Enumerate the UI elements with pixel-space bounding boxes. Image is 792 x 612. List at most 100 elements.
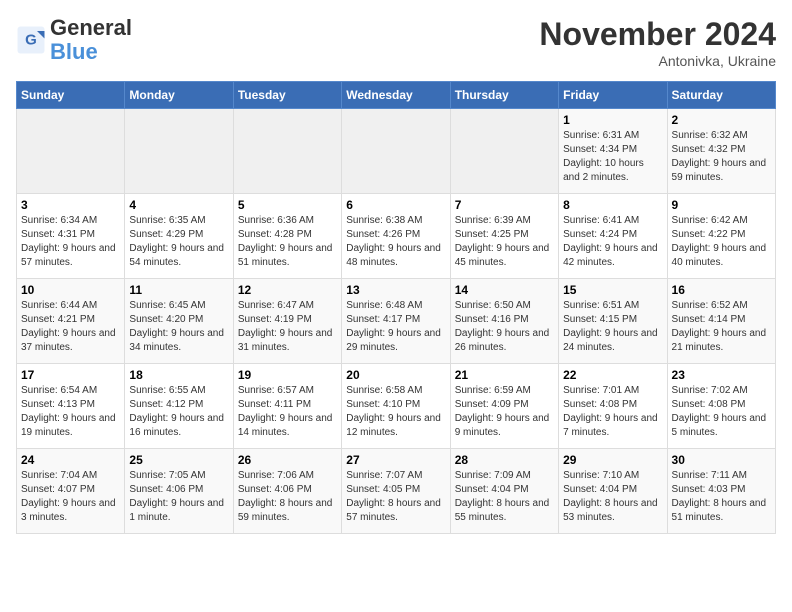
day-info: Sunrise: 6:48 AM Sunset: 4:17 PM Dayligh…	[346, 299, 445, 355]
day-info: Sunrise: 6:52 AM Sunset: 4:14 PM Dayligh…	[672, 299, 771, 355]
weekday-header: Saturday	[667, 82, 775, 109]
calendar-cell	[450, 109, 558, 194]
calendar-cell: 12 Sunrise: 6:47 AM Sunset: 4:19 PM Dayli…	[233, 279, 341, 364]
day-number: 1	[563, 113, 662, 127]
day-number: 30	[672, 453, 771, 467]
calendar-cell: 28Sunrise: 7:09 AM Sunset: 4:04 PM Dayli…	[450, 449, 558, 534]
day-number: 7	[455, 198, 554, 212]
day-number: 8	[563, 198, 662, 212]
calendar-header: SundayMondayTuesdayWednesdayThursdayFrid…	[17, 82, 776, 109]
day-info: Sunrise: 7:11 AM Sunset: 4:03 PM Dayligh…	[672, 469, 771, 525]
day-number: 22	[563, 368, 662, 382]
weekday-row: SundayMondayTuesdayWednesdayThursdayFrid…	[17, 82, 776, 109]
page-header: G General Blue November 2024 Antonivka, …	[16, 16, 776, 69]
day-info: Sunrise: 6:31 AM Sunset: 4:34 PM Dayligh…	[563, 129, 662, 185]
weekday-header: Monday	[125, 82, 233, 109]
calendar-cell: 14Sunrise: 6:50 AM Sunset: 4:16 PM Dayli…	[450, 279, 558, 364]
calendar-cell: 17 Sunrise: 6:54 AM Sunset: 4:13 PM Dayli…	[17, 364, 125, 449]
day-info: Sunrise: 6:51 AM Sunset: 4:15 PM Dayligh…	[563, 299, 662, 355]
weekday-header: Tuesday	[233, 82, 341, 109]
calendar-table: SundayMondayTuesdayWednesdayThursdayFrid…	[16, 81, 776, 534]
day-info: Sunrise: 6:54 AM Sunset: 4:13 PM Dayligh…	[21, 384, 120, 440]
weekday-header: Thursday	[450, 82, 558, 109]
calendar-week-row: 24 Sunrise: 7:04 AM Sunset: 4:07 PM Dayli…	[17, 449, 776, 534]
calendar-cell: 11Sunrise: 6:45 AM Sunset: 4:20 PM Dayli…	[125, 279, 233, 364]
calendar-cell: 9 Sunrise: 6:42 AM Sunset: 4:22 PM Daylig…	[667, 194, 775, 279]
calendar-week-row: 17 Sunrise: 6:54 AM Sunset: 4:13 PM Dayli…	[17, 364, 776, 449]
day-number: 16	[672, 283, 771, 297]
calendar-cell	[342, 109, 450, 194]
calendar-cell: 15 Sunrise: 6:51 AM Sunset: 4:15 PM Dayli…	[559, 279, 667, 364]
calendar-cell: 3Sunrise: 6:34 AM Sunset: 4:31 PM Daylig…	[17, 194, 125, 279]
day-info: Sunrise: 7:05 AM Sunset: 4:06 PM Dayligh…	[129, 469, 228, 525]
calendar-cell: 6 Sunrise: 6:38 AM Sunset: 4:26 PM Daylig…	[342, 194, 450, 279]
day-info: Sunrise: 6:42 AM Sunset: 4:22 PM Dayligh…	[672, 214, 771, 270]
day-info: Sunrise: 6:57 AM Sunset: 4:11 PM Dayligh…	[238, 384, 337, 440]
day-number: 25	[129, 453, 228, 467]
day-number: 12	[238, 283, 337, 297]
day-number: 13	[346, 283, 445, 297]
day-info: Sunrise: 6:58 AM Sunset: 4:10 PM Dayligh…	[346, 384, 445, 440]
calendar-cell: 10Sunrise: 6:44 AM Sunset: 4:21 PM Dayli…	[17, 279, 125, 364]
calendar-cell: 4Sunrise: 6:35 AM Sunset: 4:29 PM Daylig…	[125, 194, 233, 279]
weekday-header: Sunday	[17, 82, 125, 109]
calendar-cell	[125, 109, 233, 194]
day-info: Sunrise: 6:35 AM Sunset: 4:29 PM Dayligh…	[129, 214, 228, 270]
calendar-cell: 26Sunrise: 7:06 AM Sunset: 4:06 PM Dayli…	[233, 449, 341, 534]
calendar-cell: 21 Sunrise: 6:59 AM Sunset: 4:09 PM Dayli…	[450, 364, 558, 449]
day-info: Sunrise: 6:41 AM Sunset: 4:24 PM Dayligh…	[563, 214, 662, 270]
day-info: Sunrise: 6:59 AM Sunset: 4:09 PM Dayligh…	[455, 384, 554, 440]
weekday-header: Wednesday	[342, 82, 450, 109]
calendar-cell: 7 Sunrise: 6:39 AM Sunset: 4:25 PM Daylig…	[450, 194, 558, 279]
weekday-header: Friday	[559, 82, 667, 109]
day-info: Sunrise: 6:38 AM Sunset: 4:26 PM Dayligh…	[346, 214, 445, 270]
day-info: Sunrise: 7:01 AM Sunset: 4:08 PM Dayligh…	[563, 384, 662, 440]
day-info: Sunrise: 6:39 AM Sunset: 4:25 PM Dayligh…	[455, 214, 554, 270]
day-number: 28	[455, 453, 554, 467]
logo-icon: G	[16, 25, 46, 55]
calendar-cell	[233, 109, 341, 194]
day-number: 29	[563, 453, 662, 467]
calendar-cell: 20Sunrise: 6:58 AM Sunset: 4:10 PM Dayli…	[342, 364, 450, 449]
day-number: 5	[238, 198, 337, 212]
calendar-week-row: 10Sunrise: 6:44 AM Sunset: 4:21 PM Dayli…	[17, 279, 776, 364]
calendar-cell: 19Sunrise: 6:57 AM Sunset: 4:11 PM Dayli…	[233, 364, 341, 449]
calendar-cell: 25 Sunrise: 7:05 AM Sunset: 4:06 PM Dayli…	[125, 449, 233, 534]
calendar-cell: 29 Sunrise: 7:10 AM Sunset: 4:04 PM Dayli…	[559, 449, 667, 534]
day-number: 3	[21, 198, 120, 212]
calendar-body: 1 Sunrise: 6:31 AM Sunset: 4:34 PM Daylig…	[17, 109, 776, 534]
day-number: 24	[21, 453, 120, 467]
day-number: 21	[455, 368, 554, 382]
logo: G General Blue	[16, 16, 132, 64]
calendar-cell: 30 Sunrise: 7:11 AM Sunset: 4:03 PM Dayli…	[667, 449, 775, 534]
calendar-cell: 1 Sunrise: 6:31 AM Sunset: 4:34 PM Daylig…	[559, 109, 667, 194]
calendar-cell: 16 Sunrise: 6:52 AM Sunset: 4:14 PM Dayli…	[667, 279, 775, 364]
calendar-cell: 2Sunrise: 6:32 AM Sunset: 4:32 PM Daylig…	[667, 109, 775, 194]
calendar-cell	[17, 109, 125, 194]
day-info: Sunrise: 7:06 AM Sunset: 4:06 PM Dayligh…	[238, 469, 337, 525]
day-number: 23	[672, 368, 771, 382]
day-number: 15	[563, 283, 662, 297]
logo-general: General	[50, 15, 132, 40]
day-info: Sunrise: 7:02 AM Sunset: 4:08 PM Dayligh…	[672, 384, 771, 440]
calendar-week-row: 3Sunrise: 6:34 AM Sunset: 4:31 PM Daylig…	[17, 194, 776, 279]
day-info: Sunrise: 7:10 AM Sunset: 4:04 PM Dayligh…	[563, 469, 662, 525]
day-info: Sunrise: 7:04 AM Sunset: 4:07 PM Dayligh…	[21, 469, 120, 525]
day-number: 17	[21, 368, 120, 382]
day-info: Sunrise: 6:32 AM Sunset: 4:32 PM Dayligh…	[672, 129, 771, 185]
day-info: Sunrise: 6:50 AM Sunset: 4:16 PM Dayligh…	[455, 299, 554, 355]
day-info: Sunrise: 6:45 AM Sunset: 4:20 PM Dayligh…	[129, 299, 228, 355]
calendar-cell: 5Sunrise: 6:36 AM Sunset: 4:28 PM Daylig…	[233, 194, 341, 279]
day-number: 6	[346, 198, 445, 212]
logo-blue: Blue	[50, 39, 98, 64]
day-number: 10	[21, 283, 120, 297]
day-info: Sunrise: 7:07 AM Sunset: 4:05 PM Dayligh…	[346, 469, 445, 525]
day-number: 27	[346, 453, 445, 467]
day-info: Sunrise: 6:55 AM Sunset: 4:12 PM Dayligh…	[129, 384, 228, 440]
calendar-cell: 18 Sunrise: 6:55 AM Sunset: 4:12 PM Dayli…	[125, 364, 233, 449]
day-number: 9	[672, 198, 771, 212]
day-number: 18	[129, 368, 228, 382]
day-info: Sunrise: 6:47 AM Sunset: 4:19 PM Dayligh…	[238, 299, 337, 355]
calendar-cell: 13 Sunrise: 6:48 AM Sunset: 4:17 PM Dayli…	[342, 279, 450, 364]
calendar-cell: 22 Sunrise: 7:01 AM Sunset: 4:08 PM Dayli…	[559, 364, 667, 449]
